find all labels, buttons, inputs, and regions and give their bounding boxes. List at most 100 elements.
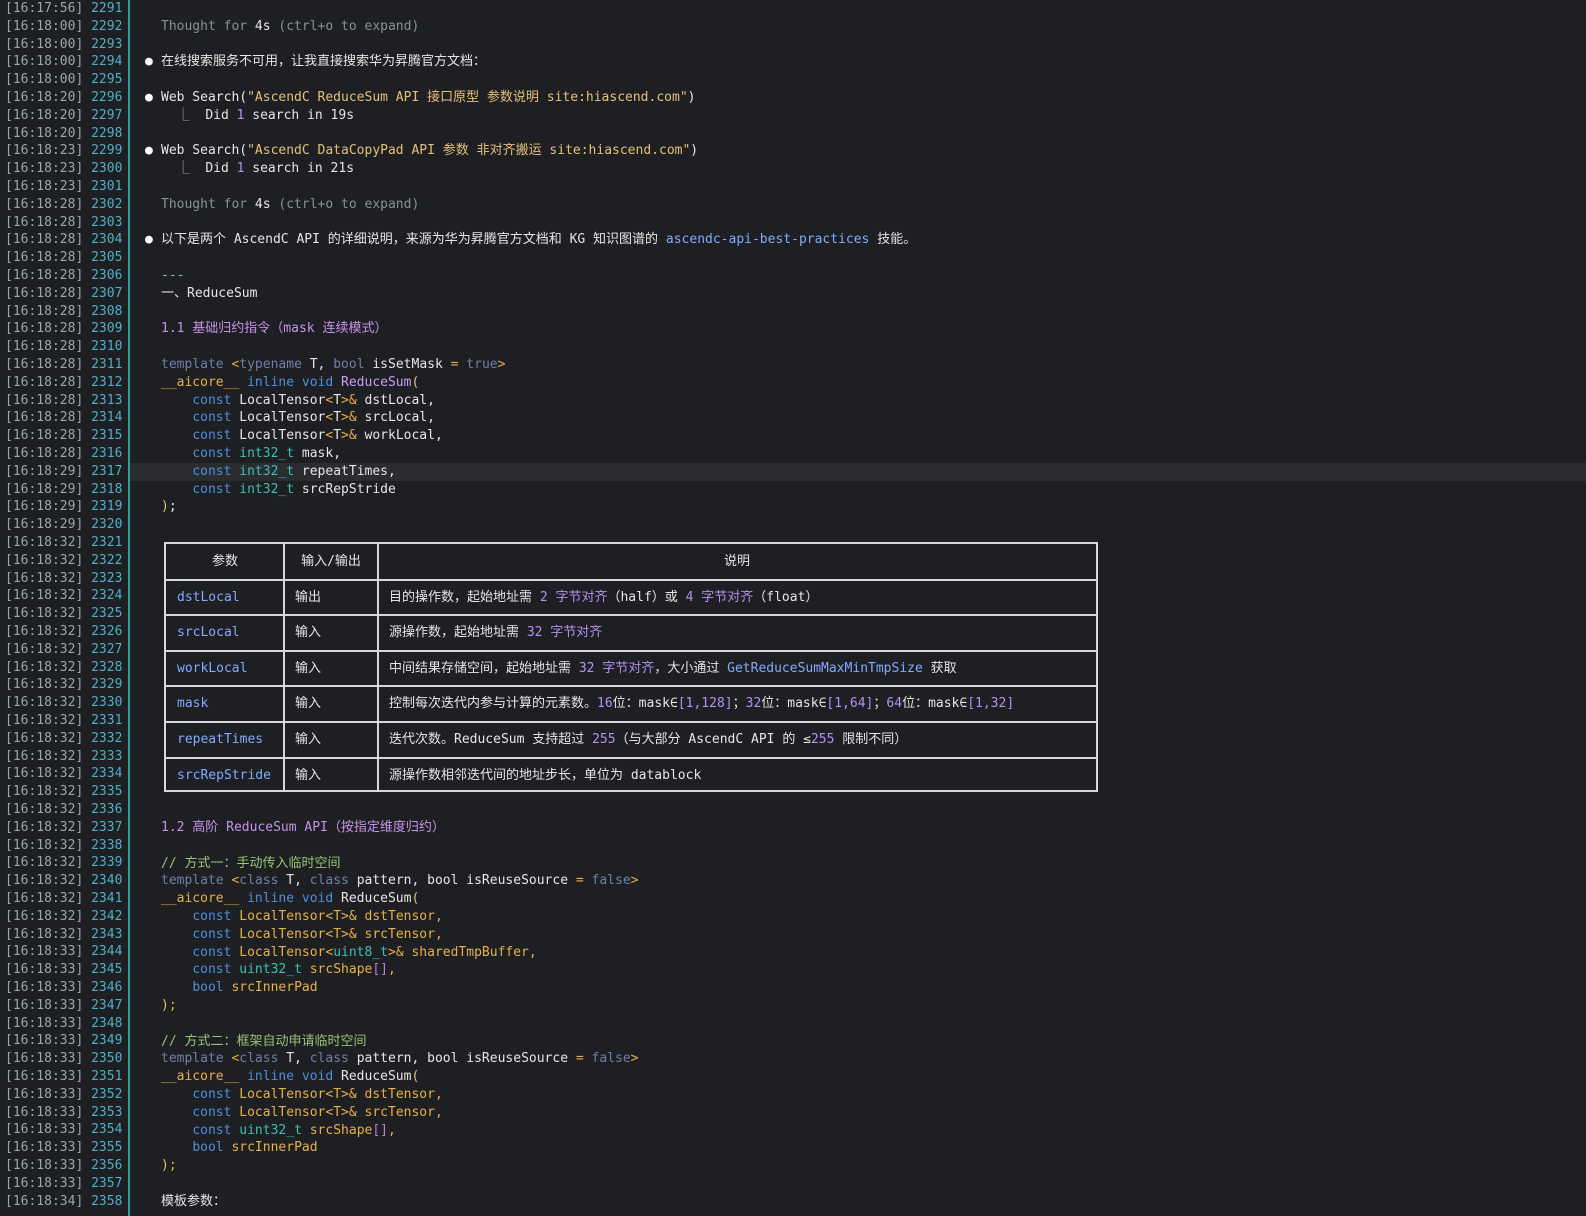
text-segment: 4s: [254, 196, 271, 212]
gutter-line: [16:18:00] 2295: [5, 71, 122, 89]
timestamp: [16:18:28]: [5, 232, 84, 248]
output-line: const int32_t mask,: [130, 445, 1586, 463]
line-number: 2336: [83, 802, 123, 817]
text-segment: false: [591, 1051, 631, 1067]
gutter-line: [16:18:23] 2301: [5, 178, 122, 196]
text-segment: class: [309, 1051, 357, 1067]
output-line: bool srcInnerPad: [130, 979, 1586, 997]
line-text: );: [161, 498, 177, 516]
line-text: const int32_t repeatTimes,: [161, 463, 396, 481]
gutter-line: [16:18:28] 2308: [5, 303, 122, 321]
gutter-line: [16:18:33] 2354: [5, 1121, 122, 1139]
text-segment: LocalTensor<T>& dstTensor,: [239, 909, 443, 924]
timestamp: [16:18:32]: [5, 535, 84, 550]
gutter-line: [16:18:28] 2304: [5, 231, 122, 249]
line-text: const int32_t mask,: [161, 445, 341, 463]
line-number: 2321: [83, 535, 123, 550]
text-segment: pattern, bool isReuseSource: [356, 873, 576, 889]
timestamp: [16:18:32]: [5, 819, 84, 835]
text-segment: const: [192, 1087, 240, 1102]
text-segment: typename: [239, 357, 310, 372]
text-segment: srcLocal,: [364, 410, 435, 426]
output-line: const LocalTensor<T>& srcLocal,: [130, 409, 1586, 427]
text-segment: false: [591, 873, 631, 889]
text-segment: const: [192, 962, 240, 978]
text-segment: LocalTensor: [239, 392, 326, 408]
timestamp: [16:18:32]: [5, 802, 84, 817]
line-number: 2354: [83, 1122, 123, 1138]
text-segment: [161, 962, 192, 977]
gutter-line: [16:18:32] 2335: [5, 783, 122, 801]
output-line: __aicore__ inline void ReduceSum(: [130, 890, 1586, 908]
line-text: // 方式一：手动传入临时空间: [161, 855, 340, 873]
text-segment: 在线搜索服务不可用，让我直接搜索华为昇腾官方文档：: [161, 54, 487, 70]
gutter-line: [16:18:28] 2306: [5, 267, 122, 285]
gutter-line: [16:18:23] 2300: [5, 160, 122, 178]
line-text: const LocalTensor<T>& dstTensor,: [161, 908, 443, 926]
text-segment: LocalTensor<: [239, 944, 334, 960]
text-segment: const: [192, 428, 240, 444]
text-segment: int32_t: [239, 446, 302, 461]
text-segment: [161, 1140, 192, 1155]
line-text: 模板参数：: [161, 1193, 226, 1211]
text-segment: >&: [341, 410, 365, 426]
gutter-line: [16:18:33] 2350: [5, 1050, 122, 1068]
text-segment: ,: [388, 962, 396, 978]
timestamp: [16:18:33]: [5, 1015, 84, 1031]
line-text: ⎿ Did 1 search in 19s: [161, 107, 354, 125]
line-text: const LocalTensor<T>& srcTensor,: [161, 926, 442, 944]
gutter-line: [16:18:33] 2356: [5, 1157, 122, 1175]
param-desc: 控制每次迭代内参与计算的元素数。16位：mask∈[1,128]；32位：mas…: [389, 686, 1096, 721]
text-segment: __aicore__: [161, 891, 248, 907]
timestamp: [16:18:32]: [5, 926, 84, 942]
line-number: 2299: [83, 143, 123, 159]
gutter-line: [16:18:32] 2341: [5, 890, 122, 908]
text-segment: （half）或: [607, 589, 686, 605]
line-number: 2330: [83, 695, 123, 711]
param-name: srcRepStride: [177, 767, 271, 783]
output-line: template <class T, class pattern, bool i…: [130, 1050, 1586, 1068]
gutter-line: [16:18:28] 2314: [5, 409, 122, 427]
timestamp: [16:18:33]: [5, 997, 84, 1013]
text-segment: ): [161, 1158, 169, 1174]
text-segment: [161, 980, 192, 995]
line-number: 2309: [83, 321, 123, 337]
timestamp: [16:18:28]: [5, 392, 84, 408]
bullet-icon: ●: [145, 90, 153, 105]
text-segment: __aicore__: [161, 1069, 248, 1085]
timestamp: [16:18:28]: [5, 303, 84, 319]
line-text: Thought for 4s (ctrl+o to expand): [161, 196, 419, 214]
text-segment: ): [161, 998, 169, 1013]
gutter-line: [16:18:32] 2340: [5, 872, 122, 890]
text-segment[interactable]: GetReduceSumMaxMinTmpSize: [727, 661, 923, 676]
output-line: ● Web Search("AscendC DataCopyPad API 参数 …: [130, 142, 1586, 160]
line-number: 2314: [83, 410, 123, 426]
timestamp: [16:18:33]: [5, 980, 84, 995]
line-number: 2317: [83, 463, 123, 479]
text-segment: Thought for: [161, 196, 255, 212]
text-segment[interactable]: ascendc-api-best-practices: [666, 232, 870, 247]
output-line: const LocalTensor<T>& dstTensor,: [130, 908, 1586, 926]
text-segment: Thought for: [161, 18, 255, 34]
output-line: 1.1 基础归约指令（mask 连续模式）: [130, 320, 1586, 338]
gutter-line: [16:18:32] 2343: [5, 926, 122, 944]
line-text: const LocalTensor<T>& workLocal,: [161, 427, 442, 445]
gutter-line: [16:18:32] 2326: [5, 623, 122, 641]
gutter-line: [16:18:33] 2345: [5, 961, 122, 979]
output-line: ● 在线搜索服务不可用，让我直接搜索华为昇腾官方文档：: [130, 53, 1586, 71]
text-segment: 源操作数，起始地址需: [389, 625, 527, 641]
line-text: template <class T, class pattern, bool i…: [161, 1050, 638, 1068]
text-segment: T: [333, 392, 342, 408]
text-segment: inline void: [247, 891, 342, 907]
text-segment: [161, 410, 192, 425]
output-line: ● Web Search("AscendC ReduceSum API 接口原型 …: [130, 89, 1586, 107]
param-desc: 中间结果存储空间，起始地址需 32 字节对齐，大小通过 GetReduceSum…: [389, 651, 1096, 686]
text-segment: 一、ReduceSum: [161, 285, 258, 301]
text-segment: [161, 927, 192, 942]
output-line: );: [130, 997, 1586, 1015]
output-line: template <typename T, bool isSetMask = t…: [130, 356, 1586, 374]
line-number: 2341: [83, 891, 123, 906]
line-number: 2358: [83, 1193, 123, 1209]
line-number: 2340: [83, 873, 123, 889]
text-segment: （与大部分 AscendC API 的 ≤: [615, 732, 811, 747]
